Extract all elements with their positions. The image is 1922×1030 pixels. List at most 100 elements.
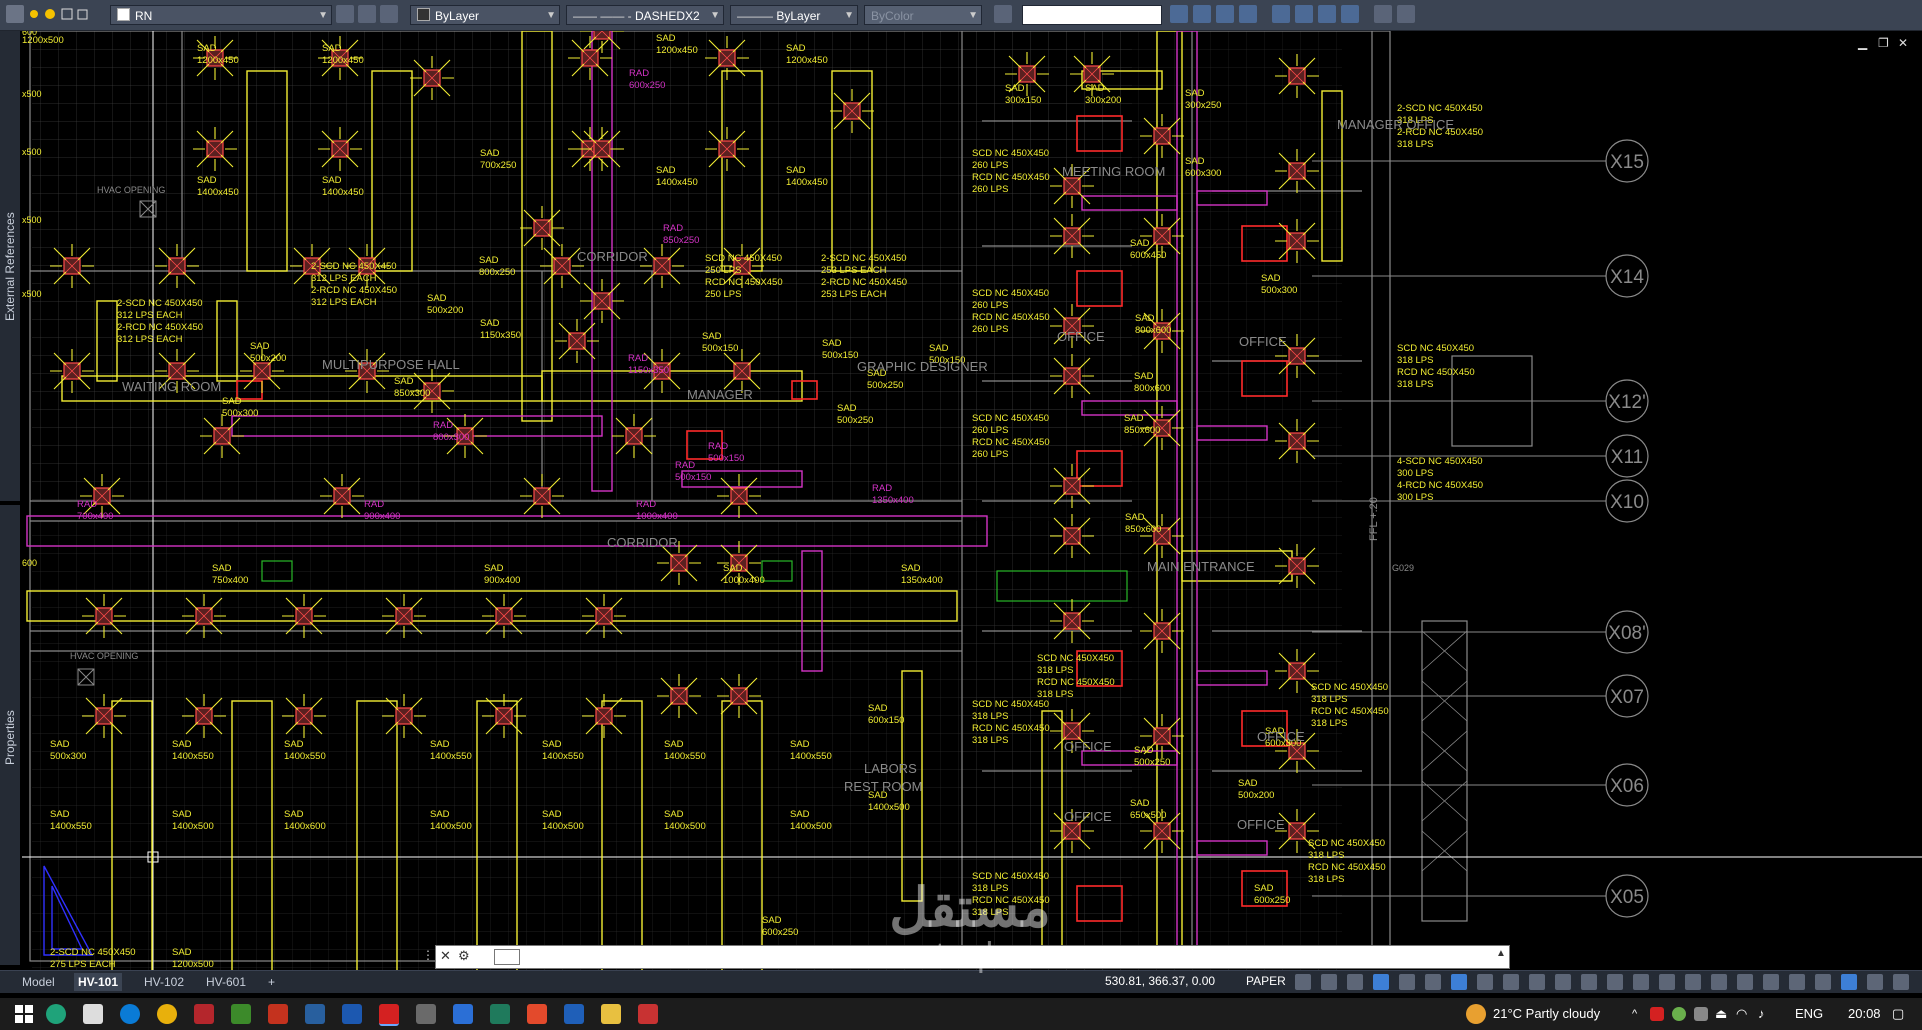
grid-bubbles-layer: X15 X14 X12' X11 X10 X08' X07 X06 X05 [1605, 139, 1649, 918]
lineweight-icon[interactable] [1503, 974, 1519, 990]
language-indicator[interactable]: ENG [1795, 998, 1823, 1030]
osnap-tracking-icon[interactable] [1451, 974, 1467, 990]
add-icon[interactable] [1711, 974, 1727, 990]
add-layout-button[interactable]: + [264, 973, 279, 991]
polar-tracking-icon[interactable] [1399, 974, 1415, 990]
customize-menu-icon[interactable] [1893, 974, 1909, 990]
layer-match-icon[interactable] [358, 5, 376, 23]
close-command-icon[interactable]: ✕ [440, 948, 451, 964]
coordinate-readout[interactable]: 530.81, 366.37, 0.00 [1105, 974, 1215, 988]
plotstyle-dropdown[interactable]: ByColor ▼ [864, 5, 982, 25]
paper-space-toggle[interactable]: PAPER [1246, 974, 1286, 988]
app-icon-8[interactable] [305, 1004, 325, 1024]
app-icon-5[interactable] [194, 1004, 214, 1024]
toolbar-icon-a[interactable] [1374, 5, 1392, 23]
draworder-icon-4[interactable] [1341, 5, 1359, 23]
wifi-icon[interactable]: ◠ [1736, 998, 1747, 1030]
layer-dropdown[interactable]: RN ▼ [110, 5, 332, 25]
tray-chevron-icon[interactable]: ^ [1632, 998, 1637, 1030]
view-icon-1[interactable] [1170, 5, 1188, 23]
transparency-icon[interactable] [1529, 974, 1545, 990]
tab-model[interactable]: Model [18, 973, 59, 991]
diffuser-symbol [200, 414, 244, 458]
notifications-icon[interactable]: ▢ [1892, 998, 1904, 1030]
draworder-icon-1[interactable] [1272, 5, 1290, 23]
workspace-gear-icon[interactable] [1685, 974, 1701, 990]
command-grip-icon[interactable]: ⋮ [422, 948, 434, 962]
osnap-icon[interactable] [1477, 974, 1493, 990]
usb-icon[interactable]: ⏏ [1715, 998, 1727, 1030]
draworder-icon-3[interactable] [1318, 5, 1336, 23]
volume-icon[interactable]: ♪ [1758, 998, 1765, 1030]
external-references-tab[interactable]: External References [3, 212, 17, 321]
model-paper-icon[interactable] [1295, 974, 1311, 990]
tray-app-icon-2[interactable] [1672, 1007, 1686, 1021]
command-history-icon[interactable] [494, 949, 520, 965]
view-icon-2[interactable] [1193, 5, 1211, 23]
lineweight-dropdown[interactable]: ——— ByLayer ▼ [730, 5, 858, 25]
linetype-preview: —— —— - [573, 9, 635, 23]
app-icon-2[interactable] [83, 1004, 103, 1024]
auto-scale-icon[interactable] [1633, 974, 1649, 990]
units-icon[interactable] [1737, 974, 1753, 990]
search-input[interactable] [1022, 5, 1162, 25]
tab-hv-101[interactable]: HV-101 [74, 973, 123, 991]
lock-ui-icon[interactable] [1789, 974, 1805, 990]
autocad-icon[interactable] [379, 1004, 399, 1026]
tab-hv-102[interactable]: HV-102 [140, 973, 188, 991]
diffuser-symbol [1275, 419, 1319, 463]
customize-icon[interactable]: ⚙ [458, 948, 470, 964]
snap-mode-icon[interactable] [1347, 974, 1363, 990]
clean-screen-icon[interactable] [1867, 974, 1883, 990]
app-icon-6[interactable] [231, 1004, 251, 1024]
file-explorer-icon[interactable] [601, 1004, 621, 1024]
tab-hv-601[interactable]: HV-601 [202, 973, 250, 991]
diffuser-symbol [1275, 149, 1319, 193]
app-icon-13[interactable] [490, 1004, 510, 1024]
word-icon[interactable] [564, 1004, 584, 1024]
weather-text[interactable]: 21°C Partly cloudy [1493, 998, 1600, 1030]
annotation-visibility-icon[interactable] [1607, 974, 1623, 990]
calculator-icon[interactable] [416, 1004, 436, 1024]
selection-cycling-icon[interactable] [1555, 974, 1571, 990]
layer-state-icons[interactable] [28, 5, 88, 23]
isodraft-icon[interactable] [1425, 974, 1441, 990]
grid-display-icon[interactable] [1321, 974, 1337, 990]
app-icon-1[interactable] [46, 1004, 66, 1024]
quick-properties-icon[interactable] [1763, 974, 1779, 990]
chrome-icon[interactable] [157, 1004, 177, 1024]
app-icon-7[interactable] [268, 1004, 288, 1024]
annotation-scale-icon[interactable] [1659, 974, 1675, 990]
ortho-icon[interactable] [1373, 974, 1389, 990]
linetype-dropdown[interactable]: —— —— - DASHEDX2 ▼ [566, 5, 724, 25]
external-references-palette[interactable]: External References [0, 31, 20, 501]
make-current-layer-icon[interactable] [336, 5, 354, 23]
layer-previous-icon[interactable] [380, 5, 398, 23]
view-icon-4[interactable] [1239, 5, 1257, 23]
drawing-canvas[interactable]: X15X14X12'X11X10X08'X07X06X05 SAD 1200x45… [22, 31, 1922, 975]
view-icon-3[interactable] [1216, 5, 1234, 23]
properties-palette[interactable]: Properties [0, 505, 20, 965]
isolate-objects-icon[interactable] [1815, 974, 1831, 990]
revit-icon[interactable] [342, 1004, 362, 1024]
hardware-accel-icon[interactable] [1841, 974, 1857, 990]
draworder-icon-2[interactable] [1295, 5, 1313, 23]
duct-label: SCD NC 450X450 318 LPS RCD NC 450X450 318 L… [1397, 343, 1475, 390]
app-icon-17[interactable] [638, 1004, 658, 1024]
room-name: MANAGER [687, 387, 753, 402]
gizmo-icon[interactable] [1581, 974, 1597, 990]
tray-app-icon-1[interactable] [1650, 1007, 1664, 1021]
windows-start-icon[interactable] [14, 1004, 34, 1024]
weather-icon[interactable] [1466, 1004, 1486, 1024]
toolbar-icon-b[interactable] [1397, 5, 1415, 23]
clock[interactable]: 20:08 [1848, 998, 1881, 1030]
properties-tab[interactable]: Properties [3, 710, 17, 765]
color-dropdown[interactable]: ByLayer ▼ [410, 5, 560, 25]
layer-manager-icon[interactable] [6, 5, 24, 23]
chevron-up-icon[interactable]: ▲ [1496, 948, 1506, 959]
app-icon-14[interactable] [527, 1004, 547, 1024]
match-properties-icon[interactable] [994, 5, 1012, 23]
tray-app-icon-3[interactable] [1694, 1007, 1708, 1021]
edge-icon[interactable] [120, 1004, 140, 1024]
app-icon-12[interactable] [453, 1004, 473, 1024]
